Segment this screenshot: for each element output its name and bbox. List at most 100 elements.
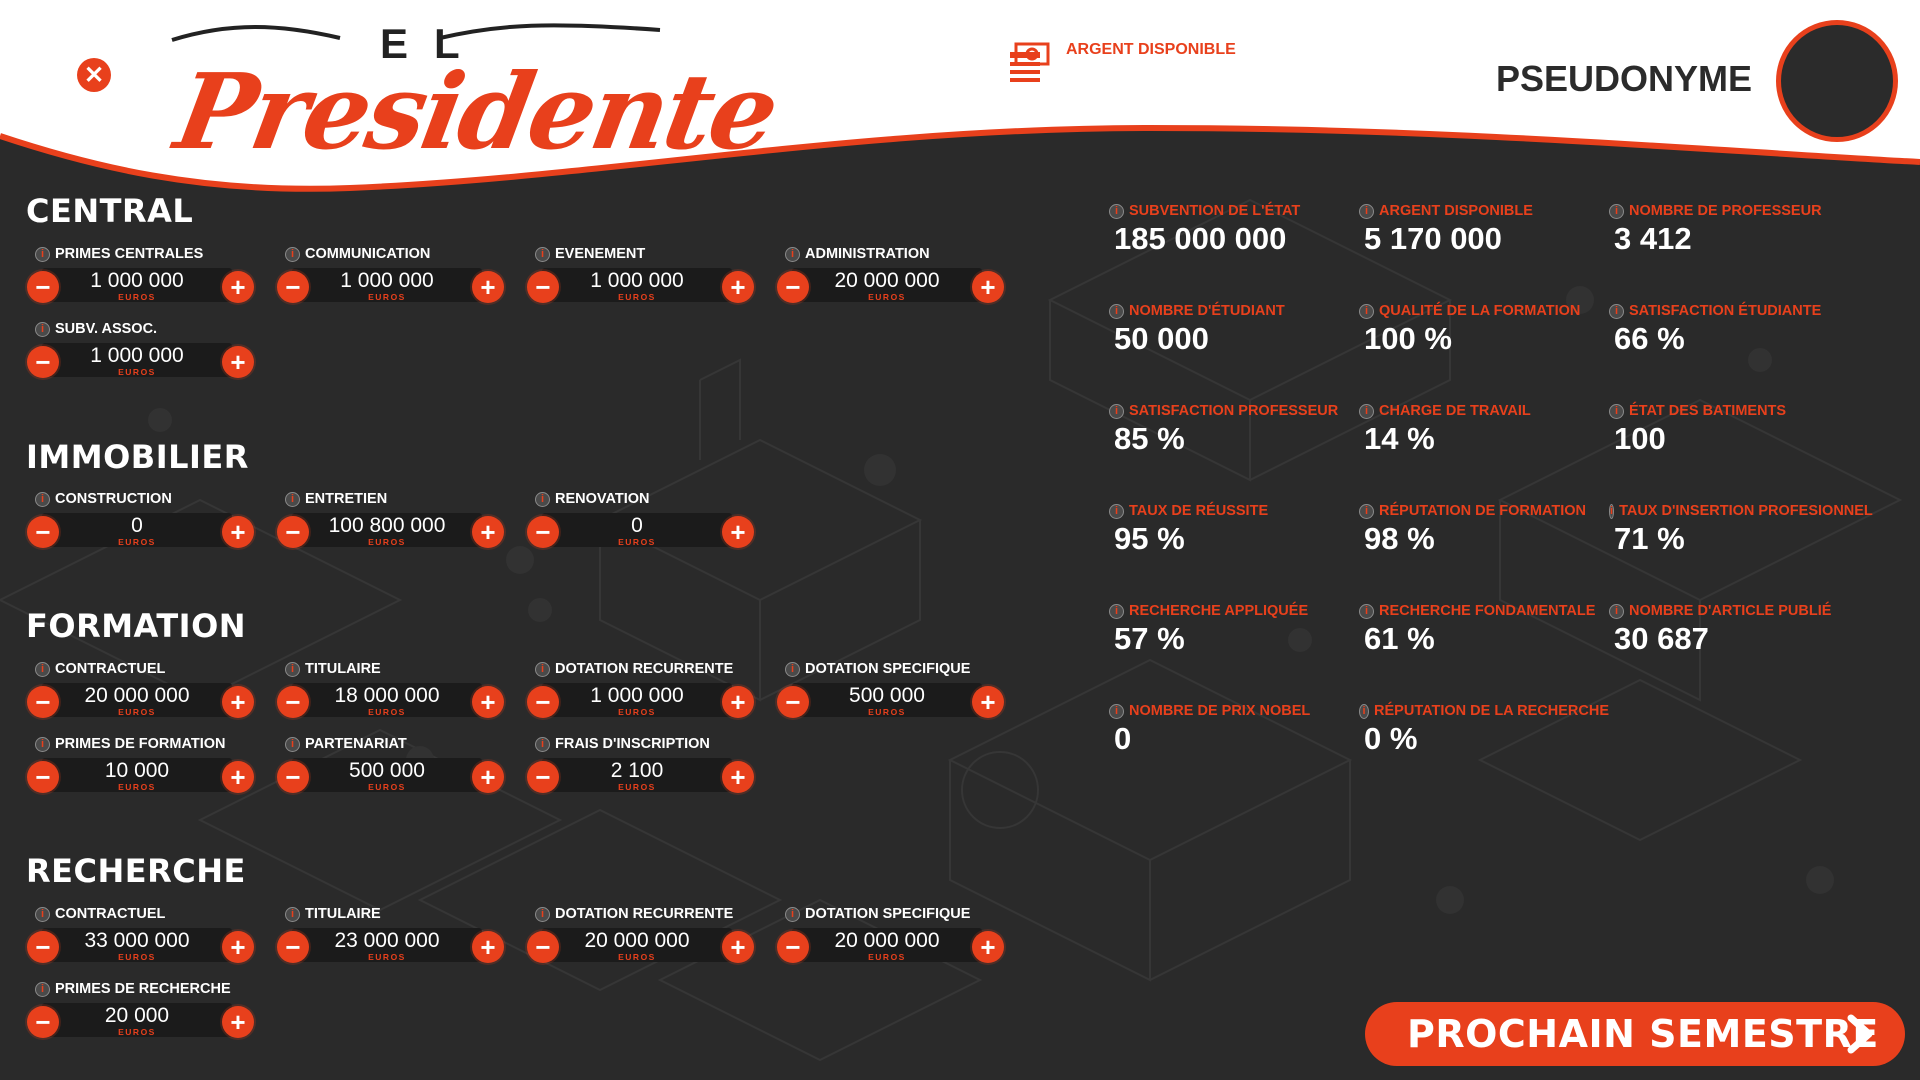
value-field: 20 000 EUROS [42,1003,232,1037]
info-icon[interactable]: i [1609,303,1624,319]
value-field: 20 000 000 EUROS [542,928,732,962]
increase-button[interactable]: + [222,1006,254,1038]
info-icon[interactable]: i [1609,203,1624,219]
info-icon[interactable]: i [1359,503,1374,519]
next-semester-button[interactable]: PROCHAIN SEMESTRE [1365,1002,1905,1066]
increase-button[interactable]: + [472,931,504,963]
decrease-button[interactable]: − [27,931,59,963]
section-title-central: CENTRAL [26,192,194,230]
control-label: ADMINISTRATION [805,246,930,262]
increase-button[interactable]: + [472,761,504,793]
decrease-button[interactable]: − [27,686,59,718]
increase-button[interactable]: + [222,346,254,378]
increase-button[interactable]: + [972,686,1004,718]
increase-button[interactable]: + [222,686,254,718]
info-icon[interactable]: i [35,906,50,922]
increase-button[interactable]: + [222,516,254,548]
info-icon[interactable]: i [35,736,50,752]
info-icon[interactable]: i [785,906,800,922]
info-icon[interactable]: i [285,661,300,677]
value-field: 18 000 000 EUROS [292,683,482,717]
increase-button[interactable]: + [722,686,754,718]
info-icon[interactable]: i [1359,603,1374,619]
info-icon[interactable]: i [1609,503,1615,519]
info-icon[interactable]: i [785,246,800,262]
increase-button[interactable]: + [222,271,254,303]
unit-label: EUROS [368,952,406,962]
info-icon[interactable]: i [535,491,550,507]
increase-button[interactable]: + [722,516,754,548]
decrease-button[interactable]: − [527,931,559,963]
decrease-button[interactable]: − [27,1006,59,1038]
increase-button[interactable]: + [222,761,254,793]
info-icon[interactable]: i [35,491,50,507]
stat-value: 5 170 000 [1364,221,1502,256]
info-icon[interactable]: i [535,736,550,752]
budget-control-dotation-recurrente: i DOTATION RECURRENTE 1 000 000 EUROS − + [526,661,754,733]
decrease-button[interactable]: − [777,271,809,303]
stat-label: NOMBRE DE PRIX NOBEL [1129,703,1311,719]
decrease-button[interactable]: − [277,931,309,963]
info-icon[interactable]: i [785,661,800,677]
control-value: 1 000 000 [90,344,184,367]
increase-button[interactable]: + [472,271,504,303]
info-icon[interactable]: i [1109,603,1124,619]
increase-button[interactable]: + [972,931,1004,963]
budget-control-construction: i CONSTRUCTION 0 EUROS − + [26,491,254,563]
value-field: 1 000 000 EUROS [292,268,482,302]
info-icon[interactable]: i [1109,403,1124,419]
info-icon[interactable]: i [285,246,300,262]
increase-button[interactable]: + [722,761,754,793]
info-icon[interactable]: i [35,321,50,337]
stat-etat-batiments: i ÉTAT DES BATIMENTS 100 [1609,403,1859,457]
control-label: COMMUNICATION [305,246,431,262]
increase-button[interactable]: + [722,271,754,303]
increase-button[interactable]: + [722,931,754,963]
info-icon[interactable]: i [535,661,550,677]
info-icon[interactable]: i [1609,403,1624,419]
decrease-button[interactable]: − [277,271,309,303]
info-icon[interactable]: i [285,736,300,752]
info-icon[interactable]: i [35,246,50,262]
increase-button[interactable]: + [222,931,254,963]
info-icon[interactable]: i [1359,303,1374,319]
decrease-button[interactable]: − [277,686,309,718]
budget-control-evenement: i EVENEMENT 1 000 000 EUROS − + [526,246,754,318]
info-icon[interactable]: i [535,246,550,262]
stat-value: 98 % [1364,521,1435,556]
increase-button[interactable]: + [972,271,1004,303]
control-label: DOTATION SPECIFIQUE [805,906,971,922]
decrease-button[interactable]: − [27,761,59,793]
decrease-button[interactable]: − [527,761,559,793]
info-icon[interactable]: i [1359,203,1374,219]
value-field: 0 EUROS [542,513,732,547]
info-icon[interactable]: i [35,661,50,677]
avatar[interactable] [1776,20,1898,142]
decrease-button[interactable]: − [277,516,309,548]
info-icon[interactable]: i [1359,403,1374,419]
info-icon[interactable]: i [285,906,300,922]
decrease-button[interactable]: − [777,686,809,718]
decrease-button[interactable]: − [27,346,59,378]
info-icon[interactable]: i [1109,703,1124,719]
control-label: ENTRETIEN [305,491,388,507]
decrease-button[interactable]: − [527,271,559,303]
decrease-button[interactable]: − [527,516,559,548]
decrease-button[interactable]: − [27,271,59,303]
stat-subvention-etat: i SUBVENTION DE L'ÉTAT 185 000 000 [1109,203,1359,257]
info-icon[interactable]: i [1609,603,1624,619]
info-icon[interactable]: i [1359,703,1370,719]
decrease-button[interactable]: − [27,516,59,548]
info-icon[interactable]: i [35,981,50,997]
increase-button[interactable]: + [472,516,504,548]
close-icon[interactable]: ✕ [77,58,111,92]
decrease-button[interactable]: − [527,686,559,718]
decrease-button[interactable]: − [777,931,809,963]
info-icon[interactable]: i [535,906,550,922]
info-icon[interactable]: i [1109,203,1124,219]
info-icon[interactable]: i [1109,503,1124,519]
info-icon[interactable]: i [1109,303,1124,319]
decrease-button[interactable]: − [277,761,309,793]
info-icon[interactable]: i [285,491,300,507]
increase-button[interactable]: + [472,686,504,718]
